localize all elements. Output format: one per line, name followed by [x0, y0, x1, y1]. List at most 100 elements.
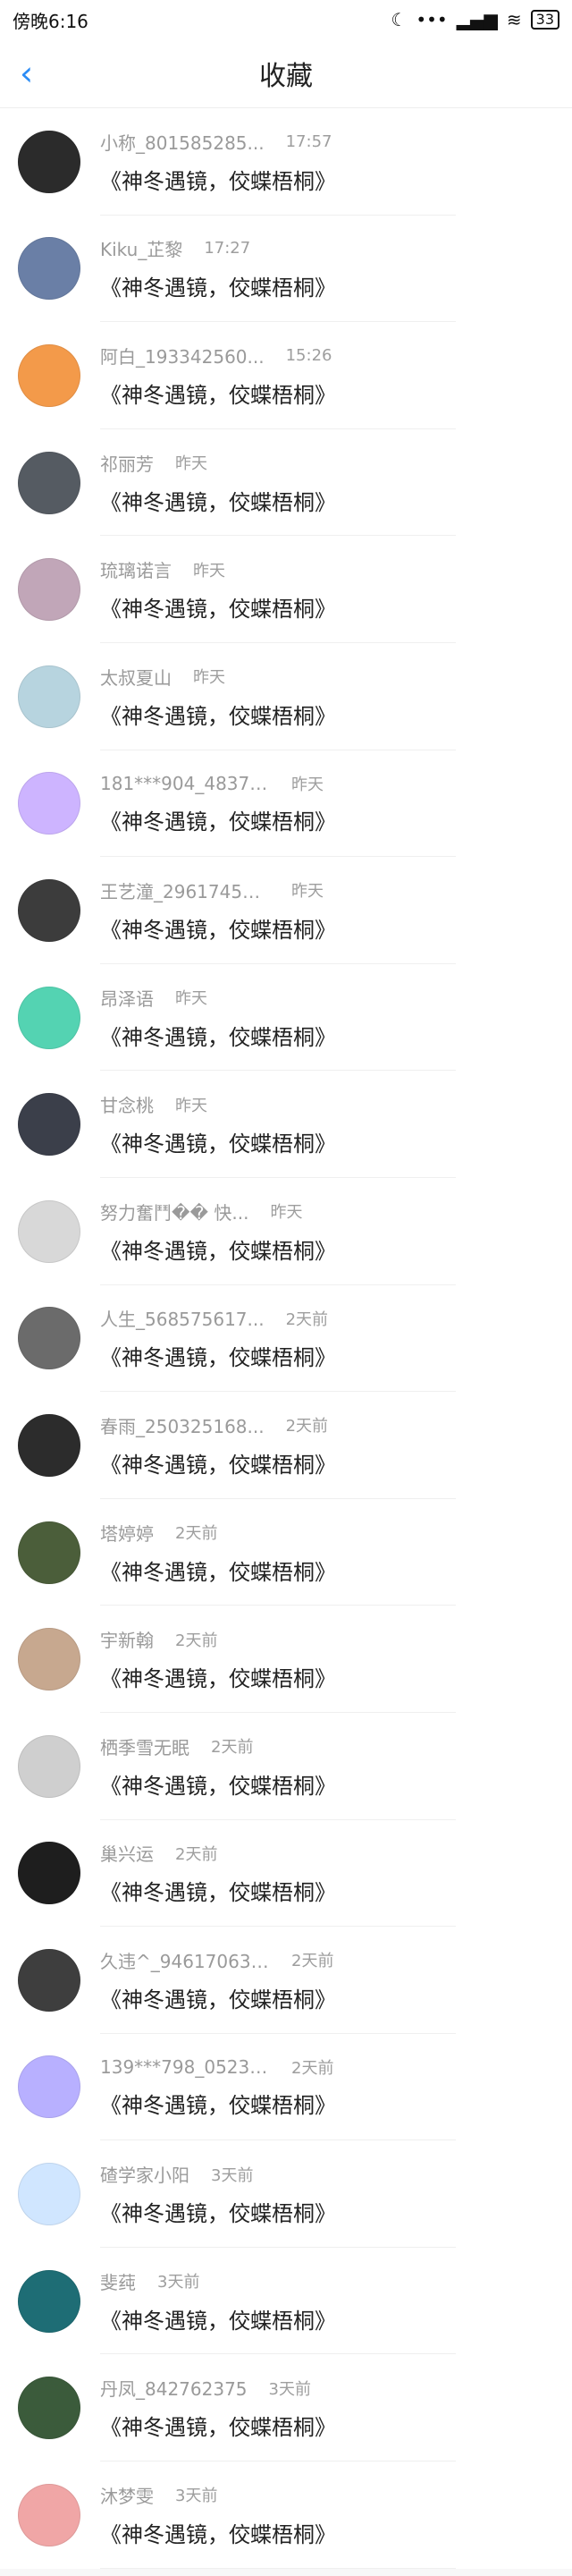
item-title[interactable]: 《神冬遇镜，佼蝶梧桐》	[100, 2196, 572, 2227]
list-item[interactable]: 昂泽语 昨天 《神冬遇镜，佼蝶梧桐》	[0, 964, 572, 1072]
list-item[interactable]: 宇新翰 2天前 《神冬遇镜，佼蝶梧桐》	[0, 1606, 572, 1713]
item-title[interactable]: 《神冬遇镜，佼蝶梧桐》	[100, 1661, 572, 1692]
item-header: 139***798_05231... 2天前	[100, 2055, 572, 2079]
avatar[interactable]	[18, 1307, 80, 1370]
item-title[interactable]: 《神冬遇镜，佼蝶梧桐》	[100, 1982, 572, 2013]
item-title[interactable]: 《神冬遇镜，佼蝶梧桐》	[100, 1126, 572, 1157]
user-name[interactable]: 巢兴运	[100, 1840, 154, 1866]
avatar[interactable]	[18, 237, 80, 301]
list-item[interactable]: 甘念桃 昨天 《神冬遇镜，佼蝶梧桐》	[0, 1071, 572, 1178]
timestamp: 2天前	[285, 1417, 329, 1436]
list-item[interactable]: 久违^_946170631... 2天前 《神冬遇镜，佼蝶梧桐》	[0, 1927, 572, 2034]
list-item[interactable]: 沐梦雯 3天前《神冬遇镜，佼蝶梧桐》	[0, 2462, 572, 2569]
item-title[interactable]: 《神冬遇镜，佼蝶梧桐》	[100, 1020, 572, 1051]
item-title[interactable]: 《神冬遇镜，佼蝶梧桐》	[100, 270, 572, 301]
user-name[interactable]: 久违^_946170631...	[100, 1947, 270, 1973]
user-name[interactable]: 斐莼	[100, 2268, 136, 2294]
list-item[interactable]: 王艺潼_29617454... 昨天 《神冬遇镜，佼蝶梧桐》	[0, 857, 572, 964]
avatar[interactable]	[18, 2483, 80, 2546]
list-item[interactable]: 阿白_193342560... 15:26 《神冬遇镜，佼蝶梧桐》	[0, 322, 572, 429]
avatar[interactable]	[18, 2377, 80, 2440]
item-title[interactable]: 《神冬遇镜，佼蝶梧桐》	[100, 912, 572, 944]
item-title[interactable]: 《神冬遇镜，佼蝶梧桐》	[100, 591, 572, 623]
chevron-left-icon: ‹	[20, 54, 34, 93]
list-item[interactable]: 太叔夏山 昨天 《神冬遇镜，佼蝶梧桐》	[0, 643, 572, 750]
item-title[interactable]: 《神冬遇镜，佼蝶梧桐》	[100, 1555, 572, 1586]
list-item[interactable]: 巢兴运 2天前 《神冬遇镜，佼蝶梧桐》	[0, 1820, 572, 1928]
list-item[interactable]: 181***904_48378... 昨天 《神冬遇镜，佼蝶梧桐》	[0, 750, 572, 858]
item-title[interactable]: 《神冬遇镜，佼蝶梧桐》	[100, 2303, 572, 2334]
list-item[interactable]: 人生_568575617... 2天前 《神冬遇镜，佼蝶梧桐》	[0, 1285, 572, 1393]
timestamp: 15:26	[285, 345, 332, 365]
user-name[interactable]: 太叔夏山	[100, 664, 172, 690]
avatar[interactable]	[18, 1199, 80, 1263]
item-title[interactable]: 《神冬遇镜，佼蝶梧桐》	[100, 1340, 572, 1371]
user-name[interactable]: 沐梦雯	[100, 2482, 154, 2508]
list-item[interactable]: 祁丽芳 昨天 《神冬遇镜，佼蝶梧桐》	[0, 429, 572, 537]
item-title[interactable]: 《神冬遇镜，佼蝶梧桐》	[100, 1447, 572, 1479]
list-item[interactable]: 小称_801585285... 17:57 《神冬遇镜，佼蝶梧桐》	[0, 108, 572, 216]
list-item[interactable]: 斐莼 3天前 《神冬遇镜，佼蝶梧桐》	[0, 2248, 572, 2355]
item-title[interactable]: 《神冬遇镜，佼蝶梧桐》	[100, 2410, 572, 2441]
user-name[interactable]: 昂泽语	[100, 985, 154, 1011]
user-name[interactable]: 碴学家小阳	[100, 2161, 189, 2187]
item-title[interactable]: 《神冬遇镜，佼蝶梧桐》	[100, 485, 572, 516]
avatar[interactable]	[18, 2163, 80, 2226]
avatar[interactable]	[18, 2269, 80, 2333]
avatar[interactable]	[18, 1734, 80, 1798]
user-name[interactable]: 努力奮鬥�� 快...	[100, 1199, 248, 1224]
item-title[interactable]: 《神冬遇镜，佼蝶梧桐》	[100, 699, 572, 730]
item-title[interactable]: 《神冬遇镜，佼蝶梧桐》	[100, 1875, 572, 1906]
avatar[interactable]	[18, 1948, 80, 2012]
list-item[interactable]: 栖季雪无眠 2天前《神冬遇镜，佼蝶梧桐》	[0, 1713, 572, 1820]
item-title[interactable]: 《神冬遇镜，佼蝶梧桐》	[100, 377, 572, 409]
list-item[interactable]: 碴学家小阳 3天前 《神冬遇镜，佼蝶梧桐》	[0, 2140, 572, 2248]
user-name[interactable]: 塔婷婷	[100, 1520, 154, 1546]
user-name[interactable]: 春雨_250325168...	[100, 1412, 265, 1438]
user-name[interactable]: 阿白_193342560...	[100, 343, 265, 369]
item-title[interactable]: 《神冬遇镜，佼蝶梧桐》	[100, 1233, 572, 1265]
item-title[interactable]: 《神冬遇镜，佼蝶梧桐》	[100, 1768, 572, 1800]
user-name[interactable]: 王艺潼_29617454...	[100, 877, 270, 903]
list-item[interactable]: 丹凤_842762375 3天前 《神冬遇镜，佼蝶梧桐》	[0, 2354, 572, 2462]
avatar[interactable]	[18, 1093, 80, 1157]
user-name[interactable]: 琉璃诺言	[100, 556, 172, 582]
timestamp: 3天前	[175, 2487, 218, 2506]
avatar[interactable]	[18, 1521, 80, 1584]
avatar[interactable]	[18, 451, 80, 514]
avatar[interactable]	[18, 130, 80, 193]
user-name[interactable]: 139***798_05231...	[100, 2056, 270, 2078]
list-item[interactable]: 139***798_05231... 2天前《神冬遇镜，佼蝶梧桐》	[0, 2034, 572, 2141]
user-name[interactable]: Kiku_芷黎	[100, 235, 182, 261]
user-name[interactable]: 栖季雪无眠	[100, 1733, 189, 1759]
user-name[interactable]: 宇新翰	[100, 1626, 154, 1652]
avatar[interactable]	[18, 986, 80, 1049]
list-item[interactable]: 塔婷婷 2天前 《神冬遇镜，佼蝶梧桐》	[0, 1499, 572, 1606]
item-title[interactable]: 《神冬遇镜，佼蝶梧桐》	[100, 2088, 572, 2119]
user-name[interactable]: 甘念桃	[100, 1091, 154, 1117]
user-name[interactable]: 人生_568575617...	[100, 1305, 265, 1331]
item-title[interactable]: 《神冬遇镜，佼蝶梧桐》	[100, 804, 572, 835]
user-name[interactable]: 小称_801585285...	[100, 129, 265, 155]
list-item[interactable]: Kiku_芷黎 17:27 《神冬遇镜，佼蝶梧桐》	[0, 216, 572, 323]
avatar[interactable]	[18, 665, 80, 728]
avatar[interactable]	[18, 878, 80, 942]
user-name[interactable]: 祁丽芳	[100, 450, 154, 476]
list-item[interactable]: 努力奮鬥�� 快... 昨天 《神冬遇镜，佼蝶梧桐》	[0, 1178, 572, 1285]
back-button[interactable]: ‹	[14, 39, 38, 107]
user-name[interactable]: 181***904_48378...	[100, 773, 270, 794]
user-name[interactable]: 丹凤_842762375	[100, 2375, 248, 2401]
avatar[interactable]	[18, 1628, 80, 1691]
avatar[interactable]	[18, 558, 80, 622]
avatar[interactable]	[18, 1842, 80, 1905]
avatar[interactable]	[18, 343, 80, 407]
item-title[interactable]: 《神冬遇镜，佼蝶梧桐》	[100, 164, 572, 195]
item-header: 栖季雪无眠 2天前	[100, 1733, 572, 1759]
avatar[interactable]	[18, 772, 80, 835]
item-title[interactable]: 《神冬遇镜，佼蝶梧桐》	[100, 2517, 572, 2548]
avatar[interactable]	[18, 1413, 80, 1477]
avatar[interactable]	[18, 2055, 80, 2119]
list-item[interactable]: 琉璃诺言 昨天 《神冬遇镜，佼蝶梧桐》	[0, 536, 572, 643]
item-meta: 塔婷婷 2天前 《神冬遇镜，佼蝶梧桐》	[100, 1520, 572, 1586]
list-item[interactable]: 春雨_250325168... 2天前《神冬遇镜，佼蝶梧桐》	[0, 1392, 572, 1499]
